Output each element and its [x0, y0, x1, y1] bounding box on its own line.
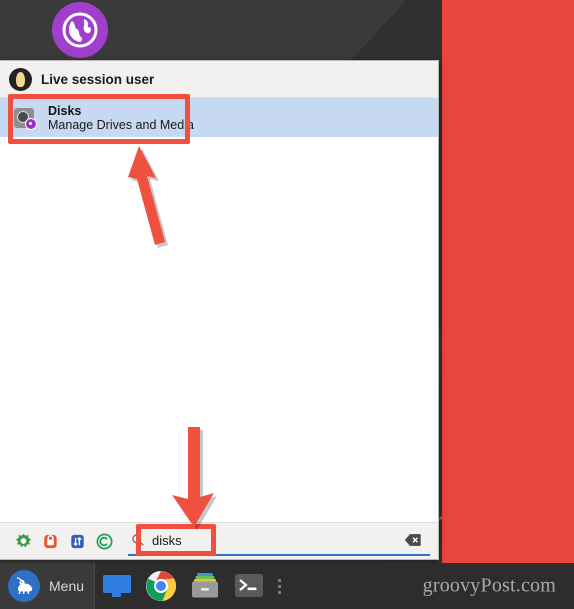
- application-menu-window: Live session user Disks Manage Drives an…: [0, 60, 439, 560]
- user-avatar-icon: [9, 67, 32, 91]
- menu-footer: disks: [0, 522, 438, 559]
- avatar-figure: [16, 71, 25, 87]
- clear-backspace-icon[interactable]: [404, 533, 422, 547]
- copyright-glyph: [96, 533, 113, 549]
- chrome-icon[interactable]: [139, 563, 183, 609]
- globe-icon: [52, 2, 108, 58]
- list-item-title: Disks: [48, 104, 82, 118]
- transfer-glyph: [71, 534, 84, 548]
- mint-menu-icon: [8, 570, 40, 602]
- panel-grip-handle[interactable]: [271, 563, 287, 609]
- show-desktop-glyph: [103, 575, 132, 597]
- lock-glyph: [44, 534, 57, 548]
- transfer-category-icon[interactable]: [64, 528, 91, 555]
- watermark: groovyPost.com: [422, 574, 556, 597]
- gear-badge-icon: [25, 118, 37, 130]
- search-results-list: Disks Manage Drives and Media: [0, 98, 438, 522]
- list-item-text: Disks Manage Drives and Media: [48, 104, 194, 132]
- search-input[interactable]: disks: [128, 526, 430, 556]
- taskbar-menu-label: Menu: [49, 578, 85, 594]
- disks-icon: [12, 105, 38, 131]
- terminal-icon[interactable]: [227, 563, 271, 609]
- category-icon-bar: [4, 528, 118, 555]
- file-manager-glyph: [192, 573, 219, 598]
- desktop-icon-globe[interactable]: [52, 2, 108, 58]
- search-input-value: disks: [152, 532, 182, 548]
- file-manager-icon[interactable]: [183, 563, 227, 609]
- copyright-category-icon[interactable]: [91, 528, 118, 555]
- taskbar: Menu groovyPost.com: [0, 563, 574, 609]
- username-label: Live session user: [41, 71, 155, 87]
- search-icon: [128, 533, 148, 547]
- backspace-glyph: [404, 534, 421, 546]
- list-item-subtitle: Manage Drives and Media: [48, 118, 194, 132]
- show-desktop-icon[interactable]: [95, 563, 139, 609]
- magnifier-glyph: [132, 534, 144, 546]
- settings-category-icon[interactable]: [10, 528, 37, 555]
- menu-header: Live session user: [0, 61, 438, 98]
- screen: Live session user Disks Manage Drives an…: [0, 0, 574, 609]
- mouse-logo-glyph: [16, 577, 33, 595]
- chrome-glyph: [146, 571, 177, 601]
- globe-glyph: [62, 12, 98, 48]
- list-item[interactable]: Disks Manage Drives and Media: [0, 98, 438, 137]
- lock-category-icon[interactable]: [37, 528, 64, 555]
- terminal-glyph: [235, 574, 264, 597]
- settings-glyph: [15, 533, 32, 547]
- taskbar-menu-button[interactable]: Menu: [0, 563, 95, 609]
